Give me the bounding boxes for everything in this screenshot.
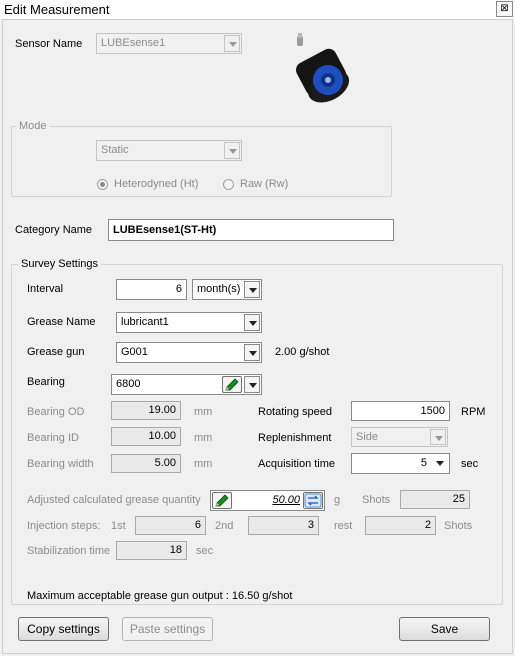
mode-select: Static (96, 140, 242, 161)
bearing-id-label: Bearing ID (27, 432, 79, 444)
mode-legend: Mode (16, 120, 50, 132)
sensor-name-select: LUBEsense1 (96, 33, 242, 54)
chevron-down-icon (244, 314, 260, 331)
grease-name-label: Grease Name (27, 316, 96, 328)
close-icon: ⊠ (500, 3, 509, 14)
max-output-value: 16.50 g/shot (231, 590, 293, 602)
chevron-down-icon (224, 35, 240, 52)
injection-rest-value: 2 (365, 516, 436, 535)
adjusted-quantity-value: 50.00 (272, 494, 300, 506)
bearing-width-unit: mm (194, 458, 213, 470)
category-name-input[interactable]: LUBEsense1(ST-Ht) (108, 219, 394, 241)
acquisition-time-select[interactable]: 5 (351, 453, 450, 474)
stabilization-time-label: Stabilization time (27, 545, 111, 557)
replenishment-select: Side (351, 427, 448, 447)
injection-rest-label: rest (334, 520, 353, 532)
acquisition-time-label: Acquisition time (258, 458, 336, 470)
interval-unit-select[interactable]: month(s) (192, 279, 262, 300)
sensor-image (296, 33, 350, 103)
injection-first-label: 1st (111, 520, 126, 532)
chevron-down-icon (244, 376, 260, 393)
raw-radio (223, 179, 234, 190)
grease-gun-select[interactable]: G001 (116, 342, 262, 363)
stabilization-time-value: 18 (116, 541, 187, 560)
max-output-label: Maximum acceptable grease gun output : (27, 590, 229, 602)
window-title: Edit Measurement (4, 2, 110, 17)
max-output-text: Maximum acceptable grease gun output : 1… (27, 590, 292, 602)
bearing-label: Bearing (27, 376, 65, 388)
pencil-icon (225, 378, 239, 391)
heterodyned-radio (97, 179, 108, 190)
injection-steps-label: Injection steps: (27, 520, 101, 532)
heterodyned-label: Heterodyned (Ht) (114, 178, 199, 190)
category-name-label: Category Name (15, 224, 93, 236)
injection-shots-unit: Shots (444, 520, 473, 532)
grease-gun-rate: 2.00 g/shot (275, 346, 330, 358)
mode-group (11, 126, 392, 197)
bearing-width-value: 5.00 (111, 454, 181, 473)
acquisition-time-unit: sec (461, 458, 479, 470)
sensor-name-label: Sensor Name (15, 38, 83, 50)
chevron-down-icon (244, 281, 260, 298)
interval-label: Interval (27, 283, 64, 295)
stabilization-time-unit: sec (196, 545, 214, 557)
bearing-edit-button[interactable] (222, 376, 242, 393)
chevron-down-icon (224, 142, 240, 159)
adjusted-quantity-label: Adjusted calculated grease quantity (27, 494, 201, 506)
bearing-od-value: 19.00 (111, 401, 181, 420)
rotating-speed-unit: RPM (461, 406, 486, 418)
grease-gun-label: Grease gun (27, 346, 85, 358)
save-button[interactable]: Save (399, 617, 490, 641)
raw-label: Raw (Rw) (240, 178, 289, 190)
injection-second-label: 2nd (215, 520, 234, 532)
rotating-speed-input[interactable]: 1500 (351, 401, 450, 421)
copy-settings-button[interactable]: Copy settings (18, 617, 109, 641)
shots-label: Shots (362, 494, 391, 506)
survey-settings-legend: Survey Settings (18, 258, 102, 270)
bearing-od-label: Bearing OD (27, 406, 85, 418)
pencil-icon (215, 494, 229, 507)
injection-second-value: 3 (248, 516, 319, 535)
shots-value: 25 (400, 490, 470, 509)
chevron-down-icon (430, 429, 446, 445)
chevron-down-icon (244, 344, 260, 361)
adjusted-quantity-unit: g (334, 494, 341, 506)
bearing-id-unit: mm (194, 432, 213, 444)
grease-name-select[interactable]: lubricant1 (116, 312, 262, 333)
bearing-od-unit: mm (194, 406, 213, 418)
swap-button[interactable] (303, 492, 323, 509)
rotating-speed-label: Rotating speed (258, 406, 332, 418)
swap-icon (304, 493, 322, 508)
chevron-down-icon (432, 455, 448, 472)
bearing-id-value: 10.00 (111, 427, 181, 446)
replenishment-label: Replenishment (258, 432, 332, 444)
bearing-width-label: Bearing width (27, 458, 94, 470)
injection-first-value: 6 (135, 516, 206, 535)
adjusted-quantity-edit-button[interactable] (212, 492, 232, 509)
interval-input[interactable]: 6 (116, 279, 187, 300)
paste-settings-button[interactable]: Paste settings (122, 617, 213, 641)
close-button[interactable]: ⊠ (496, 1, 513, 17)
